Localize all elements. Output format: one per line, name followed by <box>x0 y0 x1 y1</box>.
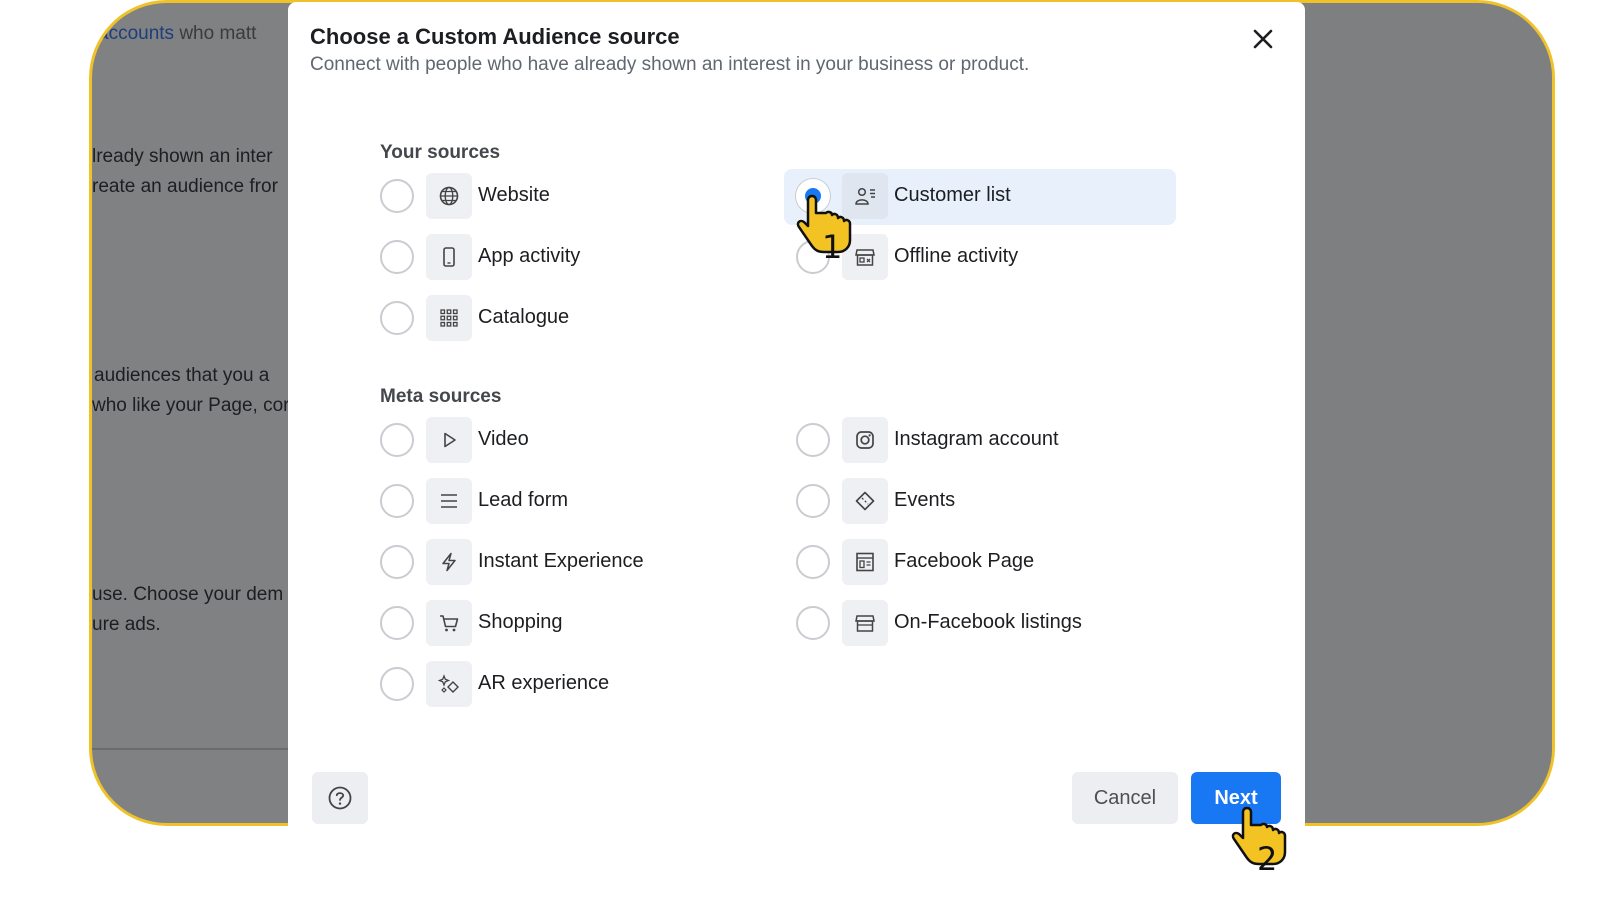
storefront-icon <box>842 600 888 646</box>
option-label: Facebook Page <box>894 550 1035 572</box>
option-label: AR experience <box>478 672 610 694</box>
bg-text-1: who matt <box>179 23 257 44</box>
option-label: Customer list <box>894 184 1011 206</box>
globe-icon <box>426 173 472 219</box>
option-label: Catalogue <box>478 306 570 328</box>
radio-app-activity[interactable] <box>380 240 414 274</box>
option-label: On-Facebook listings <box>894 611 1082 633</box>
lightning-icon <box>426 539 472 585</box>
radio-video[interactable] <box>380 423 414 457</box>
radio-ar-experience[interactable] <box>380 667 414 701</box>
sparkle-icon <box>426 661 472 707</box>
step-number-2: 2 <box>1257 840 1278 878</box>
custom-audience-dialog: Choose a Custom Audience source Connect … <box>288 2 1305 826</box>
play-icon <box>426 417 472 463</box>
radio-events[interactable] <box>796 484 830 518</box>
option-instant-experience[interactable]: Instant Experience <box>380 534 772 592</box>
accounts-link[interactable]: accounts <box>98 23 174 44</box>
bg-divider <box>92 748 292 750</box>
radio-lead-form[interactable] <box>380 484 414 518</box>
lines-icon <box>426 478 472 524</box>
option-shopping[interactable]: Shopping <box>380 595 772 653</box>
option-app-activity[interactable]: App activity <box>380 229 772 287</box>
radio-instagram-account[interactable] <box>796 423 830 457</box>
bg-text-4: audiences that you a <box>94 365 270 386</box>
ticket-icon <box>842 478 888 524</box>
bg-text-3: reate an audience fror <box>92 176 278 197</box>
option-video[interactable]: Video <box>380 412 772 470</box>
option-facebook-page[interactable]: Facebook Page <box>796 534 1188 592</box>
phone-icon <box>426 234 472 280</box>
bg-text-6: use. Choose your dem <box>92 584 284 605</box>
option-lead-form[interactable]: Lead form <box>380 473 772 531</box>
pointer-hand-step-2: 2 <box>1231 804 1293 878</box>
radio-instant-experience[interactable] <box>380 545 414 579</box>
option-on-facebook-listings[interactable]: On-Facebook listings <box>796 595 1188 653</box>
grid-icon <box>426 295 472 341</box>
cart-icon <box>426 600 472 646</box>
help-button[interactable] <box>312 772 368 824</box>
option-label: Events <box>894 489 956 511</box>
bg-text-5: who like your Page, cor <box>92 395 290 416</box>
option-catalogue[interactable]: Catalogue <box>380 290 772 348</box>
cancel-button[interactable]: Cancel <box>1072 772 1178 824</box>
option-label: Lead form <box>478 489 569 511</box>
option-label: App activity <box>478 245 581 267</box>
your-sources-heading: Your sources <box>380 142 501 163</box>
background-right <box>1292 3 1552 823</box>
option-instagram-account[interactable]: Instagram account <box>796 412 1188 470</box>
option-label: Instagram account <box>894 428 1059 450</box>
option-label: Video <box>478 428 529 450</box>
option-events[interactable]: Events <box>796 473 1188 531</box>
option-label: Website <box>478 184 550 206</box>
bg-text-7: ure ads. <box>92 614 161 635</box>
instagram-icon <box>842 417 888 463</box>
page-icon <box>842 539 888 585</box>
meta-sources-heading: Meta sources <box>380 386 502 407</box>
radio-website[interactable] <box>380 179 414 213</box>
option-label: Shopping <box>478 611 563 633</box>
dialog-subtitle: Connect with people who have already sho… <box>310 54 1030 75</box>
radio-facebook-page[interactable] <box>796 545 830 579</box>
dialog-title: Choose a Custom Audience source <box>310 24 680 49</box>
close-button[interactable] <box>1244 20 1282 58</box>
radio-catalogue[interactable] <box>380 301 414 335</box>
radio-shopping[interactable] <box>380 606 414 640</box>
help-icon <box>328 786 352 810</box>
radio-on-facebook-listings[interactable] <box>796 606 830 640</box>
bg-text-2: lready shown an inter <box>92 146 273 167</box>
option-label: Offline activity <box>894 245 1019 267</box>
option-website[interactable]: Website <box>380 168 772 226</box>
option-ar-experience[interactable]: AR experience <box>380 656 772 714</box>
pointer-hand-step-1: 1 <box>796 192 858 266</box>
close-icon <box>1253 29 1273 49</box>
option-label: Instant Experience <box>478 550 644 572</box>
step-number-1: 1 <box>822 228 843 266</box>
